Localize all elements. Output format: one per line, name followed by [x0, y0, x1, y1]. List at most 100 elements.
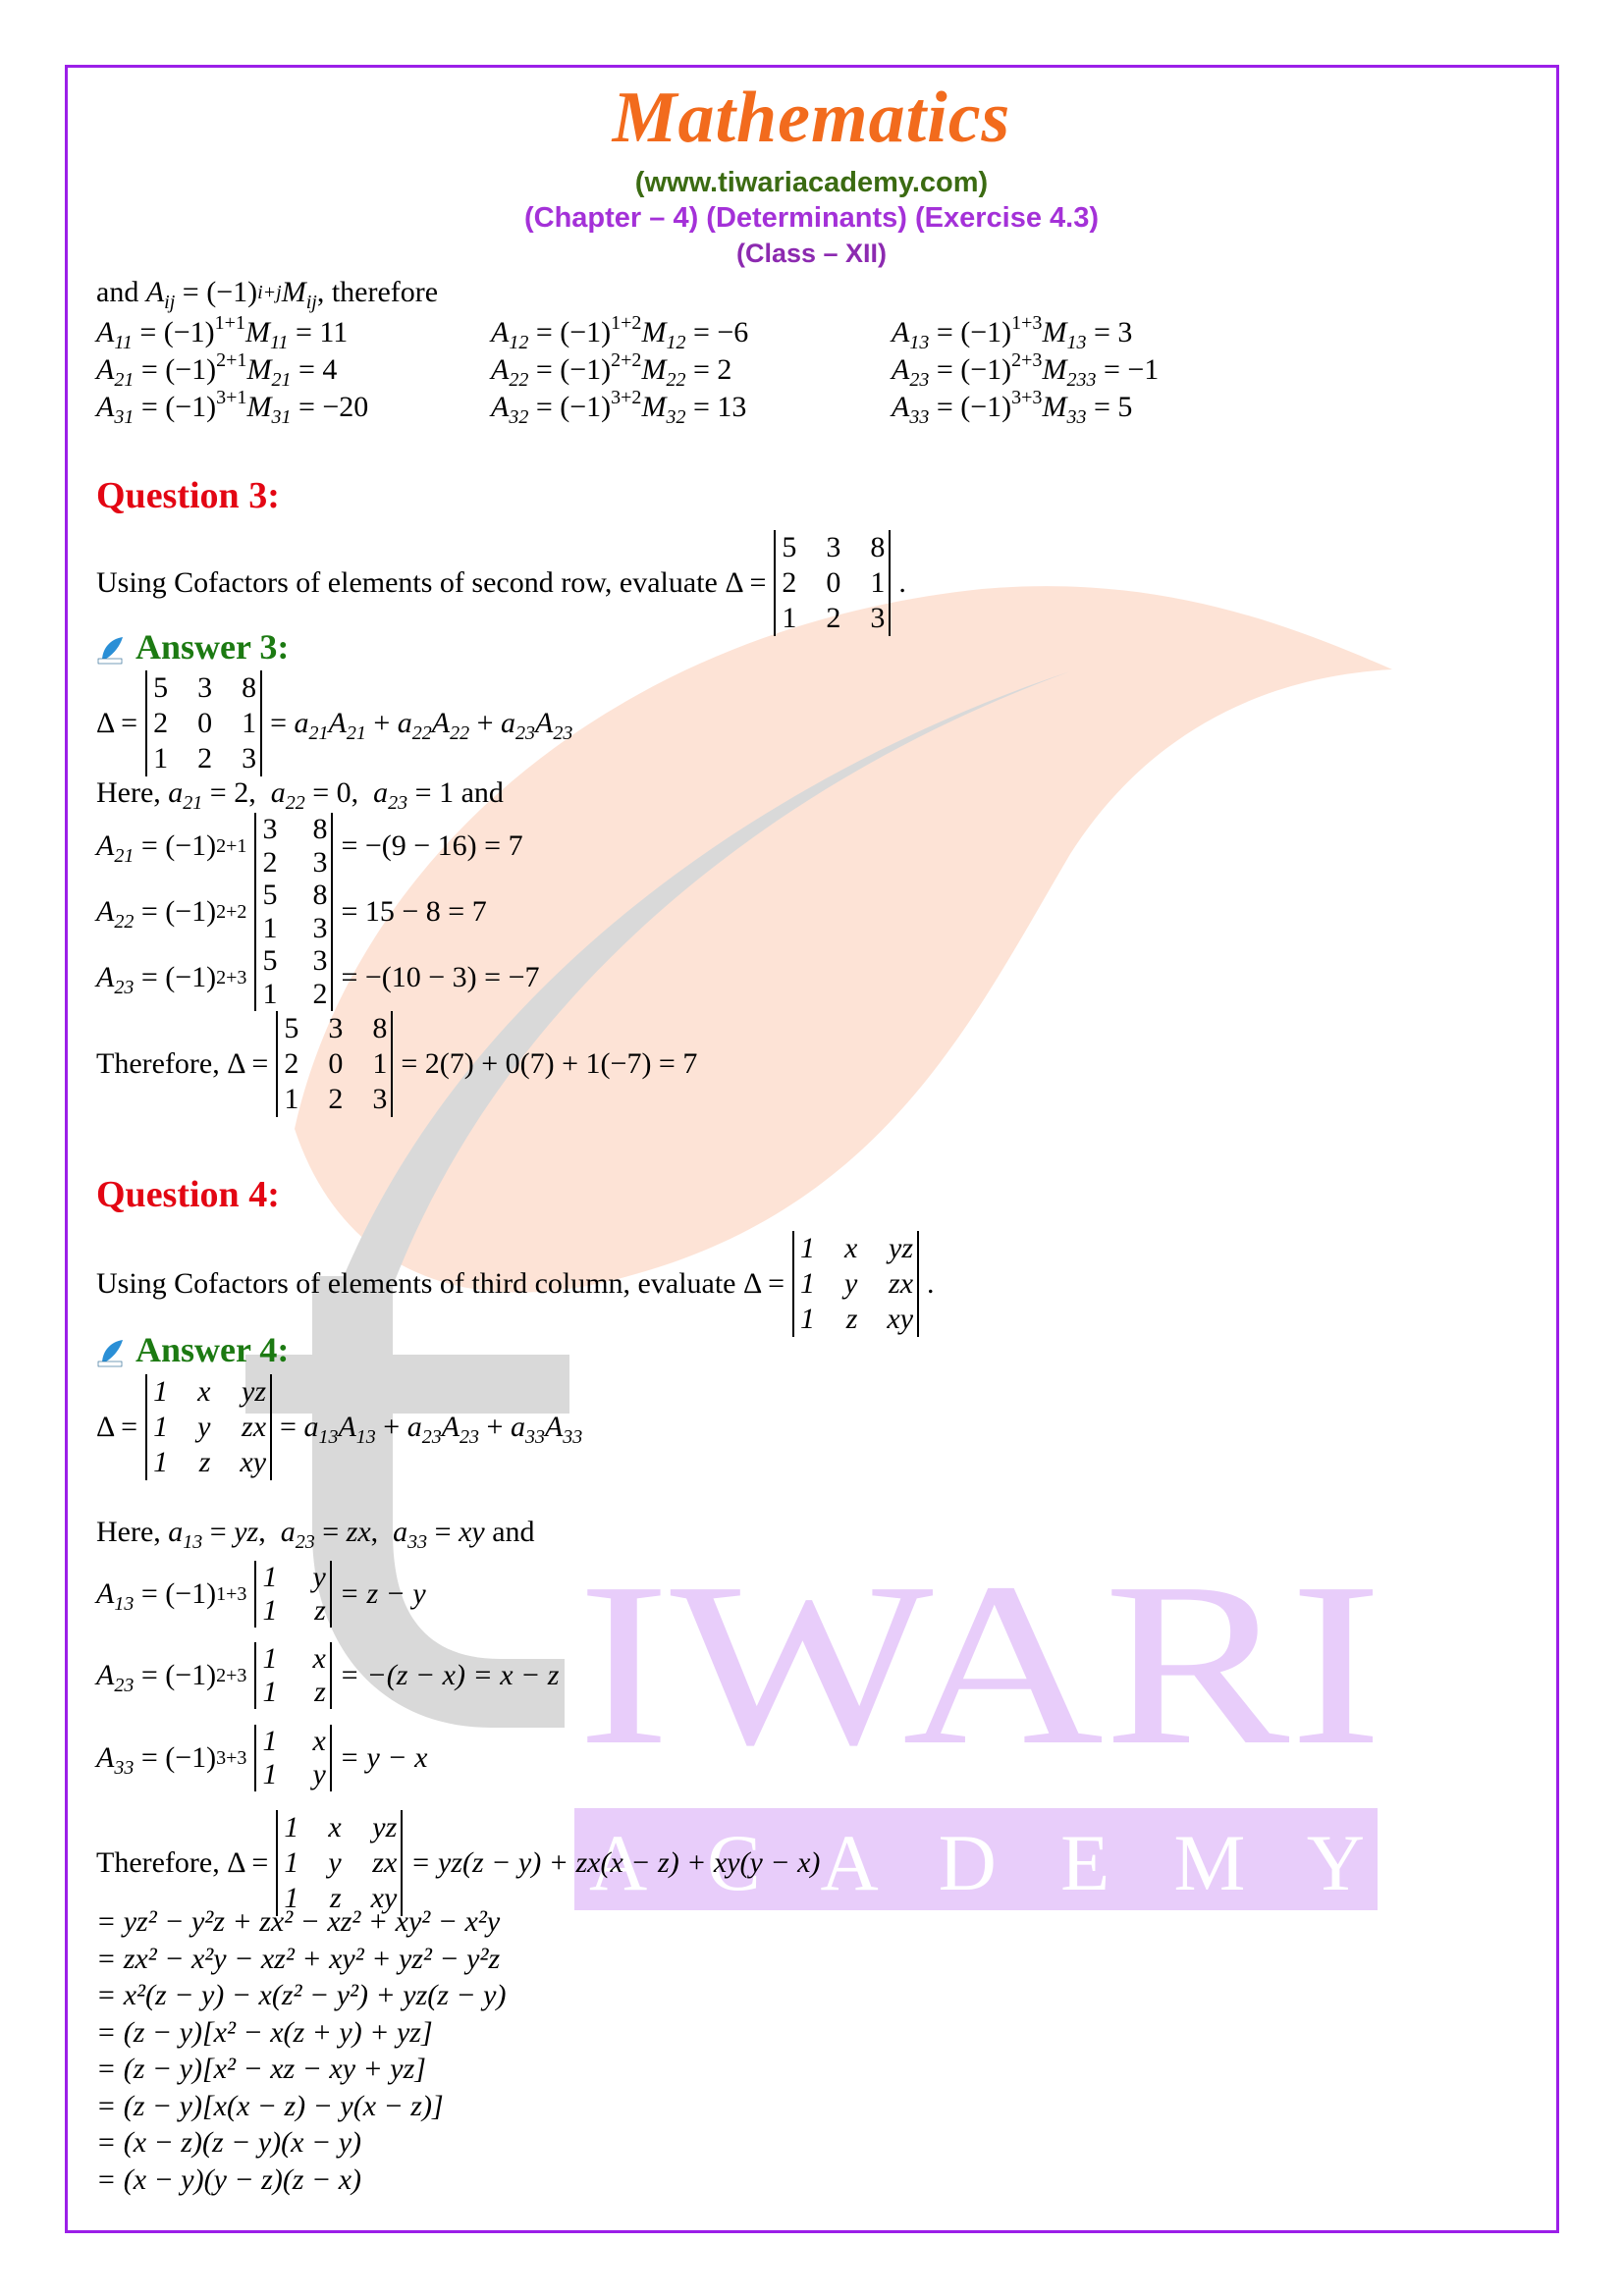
subscript: 13: [318, 1426, 339, 1448]
cofactor-result: = y − x: [339, 1741, 428, 1774]
minor-symbol: M32: [641, 391, 686, 428]
question-4-heading: Question 4:: [96, 1174, 280, 1215]
minor-symbol: M13: [1042, 316, 1087, 353]
matrix-cell: z: [198, 1446, 211, 1478]
element-symbol: a33: [510, 1411, 545, 1448]
matrix-cell: 1: [284, 1846, 299, 1879]
matrix-cell: 1: [800, 1267, 816, 1300]
element-symbol: a23: [373, 776, 408, 814]
answer-3-label: Answer 3:: [135, 627, 290, 667]
page-content: Mathematics (www.tiwariacademy.com) (Cha…: [0, 0, 1623, 2296]
matrix-cell: 1: [782, 602, 797, 634]
cofactor-entry: A23 = (−1)2+3M233 = −1: [892, 349, 1160, 391]
matrix-cell: y: [844, 1267, 858, 1300]
subscript: 21: [346, 722, 366, 744]
matrix-cell: 3: [372, 1083, 388, 1115]
matrix-cell: 2: [197, 742, 213, 774]
matrix-cell: 3: [262, 813, 278, 845]
matrix-cell: 1: [372, 1047, 388, 1080]
matrix-cell: 8: [312, 879, 328, 911]
subscript: 21: [114, 369, 135, 391]
exponent: 1+3: [1011, 312, 1043, 334]
therefore-label: Therefore, Δ =: [96, 1047, 269, 1080]
here-prefix: Here,: [96, 1516, 161, 1548]
minor-symbol: M33: [1042, 391, 1087, 428]
cofactor-symbol: A21: [328, 707, 366, 744]
answer-3-result: = 2(7) + 0(7) + 1(−7) = 7: [401, 1047, 698, 1080]
subscript: 13: [114, 1593, 135, 1615]
answer-3-heading: Answer 3:: [96, 626, 289, 667]
subscript: 22: [450, 722, 470, 744]
question-3-text: Using Cofactors of elements of second ro…: [96, 530, 906, 636]
subscript: 32: [666, 406, 686, 428]
matrix-cell: 1: [262, 1642, 278, 1675]
subscript: 33: [563, 1426, 583, 1448]
exponent: 1+2: [611, 312, 642, 334]
subscript: 12: [666, 332, 686, 353]
matrix-cell: zx: [242, 1411, 267, 1443]
matrix-cell: x: [328, 1811, 342, 1843]
derivation-step: = x²(z − y) − x(z² − y²) + yz(z − y): [96, 1979, 507, 2011]
matrix-cell: 1: [800, 1303, 816, 1335]
cofactor-row: A13 = (−1) 1+3 1 y 1 z = z − y: [96, 1561, 426, 1628]
question-4-text: Using Cofactors of elements of third col…: [96, 1231, 935, 1337]
website-link[interactable]: (www.tiwariacademy.com): [0, 167, 1623, 199]
matrix-cell: 1: [153, 1375, 169, 1408]
answer-3-here-line: Here, a21 = 2, a22 = 0, a23 = 1 and: [96, 776, 504, 814]
matrix-cell: 0: [826, 566, 841, 599]
cofactor-symbol: A11: [96, 316, 133, 353]
subscript: 33: [524, 1426, 545, 1448]
cofactor-result: = z − y: [339, 1577, 426, 1610]
cofactor-symbol: A21: [96, 353, 135, 391]
matrix-cell: z: [314, 1594, 326, 1627]
period: .: [927, 1267, 935, 1300]
matrix-cell: 2: [284, 1047, 299, 1080]
subscript: 23: [388, 792, 408, 814]
here-prefix: Here,: [96, 776, 161, 809]
minor-matrix: 5 3 1 2: [254, 944, 334, 1011]
period: .: [898, 566, 906, 599]
matrix-cell: 5: [262, 879, 278, 911]
element-value: zx: [346, 1516, 371, 1548]
cofactor-row: A22 = (−1) 2+2 5 8 1 3 = 15 − 8 = 7: [96, 879, 487, 945]
cofactor-entry: A31 = (−1)3+1M31 = −20: [96, 387, 369, 428]
subscript: 23: [553, 722, 573, 744]
matrix-cell: 1: [262, 1561, 278, 1593]
matrix-cell: 1: [870, 566, 886, 599]
matrix-cell: 8: [372, 1012, 388, 1044]
matrix-cell: 1: [262, 978, 278, 1010]
here-suffix: and: [460, 776, 504, 809]
matrix-cell: zx: [889, 1267, 914, 1300]
cofactor-symbol: A23: [96, 961, 135, 998]
element-value: 2: [234, 776, 249, 809]
matrix-cell: zx: [372, 1846, 398, 1879]
minor-symbol: M21: [246, 353, 292, 391]
chapter-line: (Chapter – 4) (Determinants) (Exercise 4…: [523, 202, 1100, 234]
delta-label: Δ =: [96, 707, 138, 739]
cofactor-result: = −(z − x) = x − z: [339, 1659, 560, 1691]
cofactor-symbol: A13: [96, 1577, 135, 1615]
matrix-cell: xy: [887, 1303, 914, 1335]
exponent: 1+1: [214, 312, 245, 334]
matrix-cell: 1: [284, 1083, 299, 1115]
page-title: Mathematics: [612, 78, 1011, 158]
cofactor-row: A23 = (−1) 2+3 5 3 1 2 = −(10 − 3) = −7: [96, 944, 540, 1011]
matrix-cell: y: [312, 1758, 326, 1790]
subscript: 33: [909, 406, 930, 428]
subscript: 22: [411, 722, 432, 744]
subscript: 32: [509, 406, 529, 428]
matrix-cell: 1: [800, 1232, 816, 1264]
cofactor-entry: A32 = (−1)3+2M32 = 13: [491, 387, 747, 428]
derivation-step: = (z − y)[x(x − z) − y(x − z)]: [96, 2089, 444, 2122]
matrix-cell: 5: [262, 944, 278, 977]
element-symbol: a13: [168, 1516, 203, 1553]
derivation-step: = yz² − y²z + zx² − xz² + xy² − x²y: [96, 1905, 501, 1938]
matrix-cell: 1: [262, 912, 278, 944]
subscript: 13: [909, 332, 930, 353]
answer-4-matrix: 1 x yz 1 y zx 1 z xy: [145, 1374, 273, 1480]
subscript: 33: [407, 1531, 428, 1553]
cofactor-symbol: A23: [892, 353, 930, 391]
cofactor-symbol: A21: [96, 829, 135, 867]
cofactor-symbol: A33: [96, 1741, 135, 1779]
element-symbol: a23: [406, 1411, 442, 1448]
